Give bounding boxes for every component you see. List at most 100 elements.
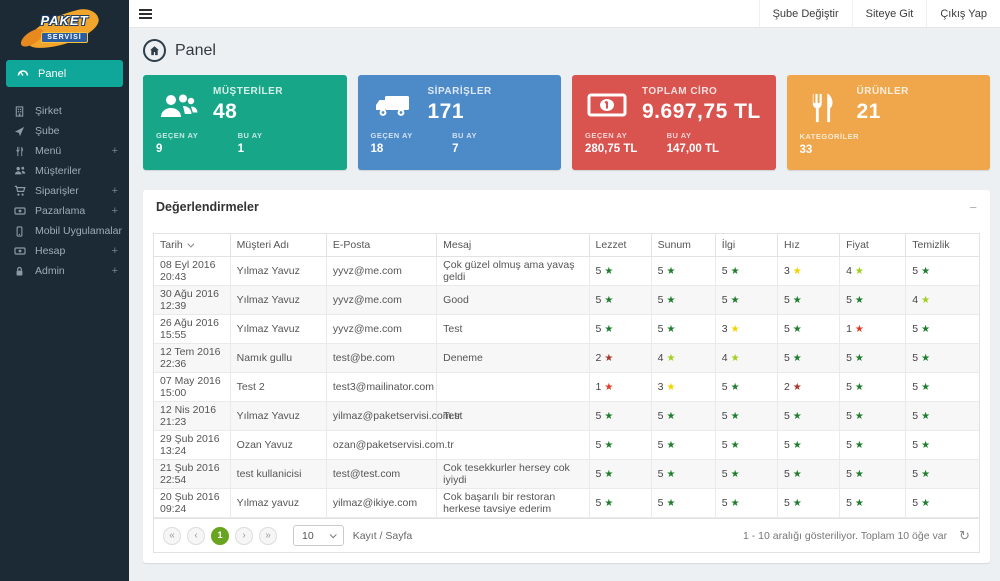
collapse-icon[interactable]: − bbox=[969, 201, 977, 214]
cell-rating: 5 ★ bbox=[588, 488, 652, 518]
sidebar-item-label: Müşteriler bbox=[35, 165, 82, 177]
sidebar-item-panel-active[interactable]: Panel bbox=[6, 60, 123, 87]
topbar-link[interactable]: Çıkış Yap bbox=[926, 0, 1000, 27]
sidebar-item-8[interactable]: Hesap + bbox=[0, 241, 129, 261]
topbar-link[interactable]: Şube Değiştir bbox=[758, 0, 852, 27]
star-icon: ★ bbox=[921, 265, 931, 277]
expand-plus-icon: + bbox=[111, 185, 118, 197]
cell-rating: 5 ★ bbox=[776, 314, 841, 344]
cell-message: Cok başarılı bir restoran herkese tavsiy… bbox=[436, 488, 590, 518]
cell-email: yyvz@me.com bbox=[325, 314, 438, 344]
card-title: SİPARİŞLER bbox=[427, 86, 492, 97]
sidebar-item-9[interactable]: Admin + bbox=[0, 261, 129, 281]
column-header-temizlik[interactable]: Temizlik bbox=[905, 234, 979, 257]
cell-rating: 5 ★ bbox=[650, 459, 716, 489]
gauge-icon bbox=[17, 66, 29, 81]
cell-message: Good bbox=[436, 285, 590, 315]
cell-rating: 5 ★ bbox=[588, 285, 652, 315]
table-row[interactable]: 26 Ağu 2016 15:55 Yılmaz Yavuz yyvz@me.com… bbox=[154, 314, 979, 344]
sidebar-item-label: Admin bbox=[35, 265, 65, 277]
reviews-table: Tarih Müşteri Adı E-Posta Mesaj Lezzet Sunum İ… bbox=[154, 234, 979, 518]
table-body: 08 Eyl 2016 20:43 Yılmaz Yavuz yyvz@me.com… bbox=[154, 256, 979, 518]
pagination-next-button[interactable]: › bbox=[235, 526, 253, 545]
card-footer-value: 9 bbox=[156, 143, 163, 155]
sidebar-item-5[interactable]: Siparişler + bbox=[0, 181, 129, 201]
star-icon: ★ bbox=[730, 410, 740, 422]
sidebar-item-7[interactable]: Mobil Uygulamalar bbox=[0, 221, 129, 241]
cell-rating: 5 ★ bbox=[650, 314, 716, 344]
table-row[interactable]: 12 Tem 2016 22:36 Namık gullu test@be.com D… bbox=[154, 343, 979, 373]
star-icon: ★ bbox=[666, 265, 676, 277]
sidebar-item-label: Hesap bbox=[35, 245, 66, 257]
cell-email: yilmaz@ikiye.com bbox=[325, 488, 438, 518]
column-header-tarih[interactable]: Tarih bbox=[154, 234, 231, 257]
table-row[interactable]: 20 Şub 2016 09:24 Yılmaz yavuz yilmaz@ikiy… bbox=[154, 488, 979, 518]
card-footer-value: 280,75 TL bbox=[585, 143, 638, 155]
table-row[interactable]: 30 Ağu 2016 12:39 Yılmaz Yavuz yyvz@me.com… bbox=[154, 285, 979, 315]
pagination-page-1-button[interactable]: 1 bbox=[211, 526, 229, 545]
table-row[interactable]: 12 Nis 2016 21:23 Yılmaz Yavuz yilmaz@pake… bbox=[154, 401, 979, 431]
sidebar-item-6[interactable]: Pazarlama + bbox=[0, 201, 129, 221]
cell-rating: 4 ★ bbox=[714, 343, 778, 373]
cell-name: Yılmaz Yavuz bbox=[229, 401, 327, 431]
card-footer-label: GEÇEN AY bbox=[585, 131, 628, 140]
star-icon: ★ bbox=[730, 439, 740, 451]
reviews-panel-header: Değerlendirmeler − bbox=[143, 190, 990, 224]
page-size-value: 10 bbox=[302, 529, 314, 542]
column-header-i̇lgi[interactable]: İlgi bbox=[714, 234, 778, 257]
star-icon: ★ bbox=[854, 265, 864, 277]
star-icon: ★ bbox=[854, 294, 864, 306]
table-row[interactable]: 21 Şub 2016 22:54 test kullanicisi test@te… bbox=[154, 459, 979, 489]
pagination-first-button[interactable]: « bbox=[163, 526, 181, 545]
cell-rating: 5 ★ bbox=[650, 256, 716, 286]
table-row[interactable]: 08 Eyl 2016 20:43 Yılmaz Yavuz yyvz@me.com… bbox=[154, 256, 979, 286]
cell-name: Yılmaz Yavuz bbox=[229, 256, 327, 286]
sidebar-item-3[interactable]: Menü + bbox=[0, 141, 129, 161]
brand-logo: PAKET SERVİSİ bbox=[0, 0, 129, 56]
cutlery-big-icon bbox=[787, 86, 857, 125]
cell-rating: 5 ★ bbox=[588, 459, 652, 489]
app-window: PAKET SERVİSİ Panel Şirket Şube Menü + Müşte… bbox=[0, 0, 1000, 581]
column-header-sunum[interactable]: Sunum bbox=[650, 234, 716, 257]
column-header-fiyat[interactable]: Fiyat bbox=[839, 234, 907, 257]
sidebar-item-1[interactable]: Şirket bbox=[0, 101, 129, 121]
sidebar-item-2[interactable]: Şube bbox=[0, 121, 129, 141]
cell-name: Ozan Yavuz bbox=[229, 430, 327, 460]
column-header-hız[interactable]: Hız bbox=[776, 234, 841, 257]
stat-card: SİPARİŞLER 171 GEÇEN AY 18 BU AY 7 bbox=[357, 75, 561, 170]
column-header-mesaj[interactable]: Mesaj bbox=[436, 234, 590, 257]
column-header-müşteri adı[interactable]: Müşteri Adı bbox=[229, 234, 327, 257]
table-row[interactable]: 29 Şub 2016 13:24 Ozan Yavuz ozan@paketser… bbox=[154, 430, 979, 460]
star-icon: ★ bbox=[604, 323, 614, 335]
cell-date: 07 May 2016 15:00 bbox=[154, 372, 231, 402]
card-footer-label: GEÇEN AY bbox=[156, 131, 199, 140]
card-footer-label: GEÇEN AY bbox=[370, 131, 413, 140]
cell-rating: 3 ★ bbox=[776, 256, 841, 286]
cell-date: 21 Şub 2016 22:54 bbox=[154, 459, 231, 489]
column-header-e-posta[interactable]: E-Posta bbox=[325, 234, 438, 257]
card-value: 48 bbox=[213, 100, 238, 123]
pagination-prev-button[interactable]: ‹ bbox=[187, 526, 205, 545]
topbar-links: Şube Değiştir Siteye Git Çıkış Yap bbox=[758, 0, 1000, 27]
star-icon: ★ bbox=[921, 468, 931, 480]
page-size-select[interactable]: 10 bbox=[293, 525, 344, 546]
star-icon: ★ bbox=[854, 468, 864, 480]
cell-rating: 5 ★ bbox=[839, 343, 907, 373]
star-icon: ★ bbox=[666, 294, 676, 306]
cell-rating: 5 ★ bbox=[714, 256, 778, 286]
column-header-lezzet[interactable]: Lezzet bbox=[588, 234, 652, 257]
pagination-last-button[interactable]: » bbox=[259, 526, 277, 545]
hamburger-menu-icon[interactable] bbox=[129, 0, 162, 27]
cell-email: yyvz@me.com bbox=[325, 256, 438, 286]
cell-rating: 4 ★ bbox=[905, 285, 979, 315]
cell-rating: 5 ★ bbox=[905, 372, 979, 402]
table-row[interactable]: 07 May 2016 15:00 Test 2 test3@mailinator.… bbox=[154, 372, 979, 402]
page-header: Panel bbox=[143, 39, 990, 62]
refresh-icon[interactable]: ↻ bbox=[959, 528, 970, 544]
sidebar-item-4[interactable]: Müşteriler bbox=[0, 161, 129, 181]
reviews-panel-body: Tarih Müşteri Adı E-Posta Mesaj Lezzet Sunum İ… bbox=[143, 224, 990, 563]
cell-name: test kullanicisi bbox=[229, 459, 327, 489]
topbar-link[interactable]: Siteye Git bbox=[851, 0, 927, 27]
cell-rating: 4 ★ bbox=[650, 343, 716, 373]
location-arrow-icon bbox=[13, 126, 26, 137]
